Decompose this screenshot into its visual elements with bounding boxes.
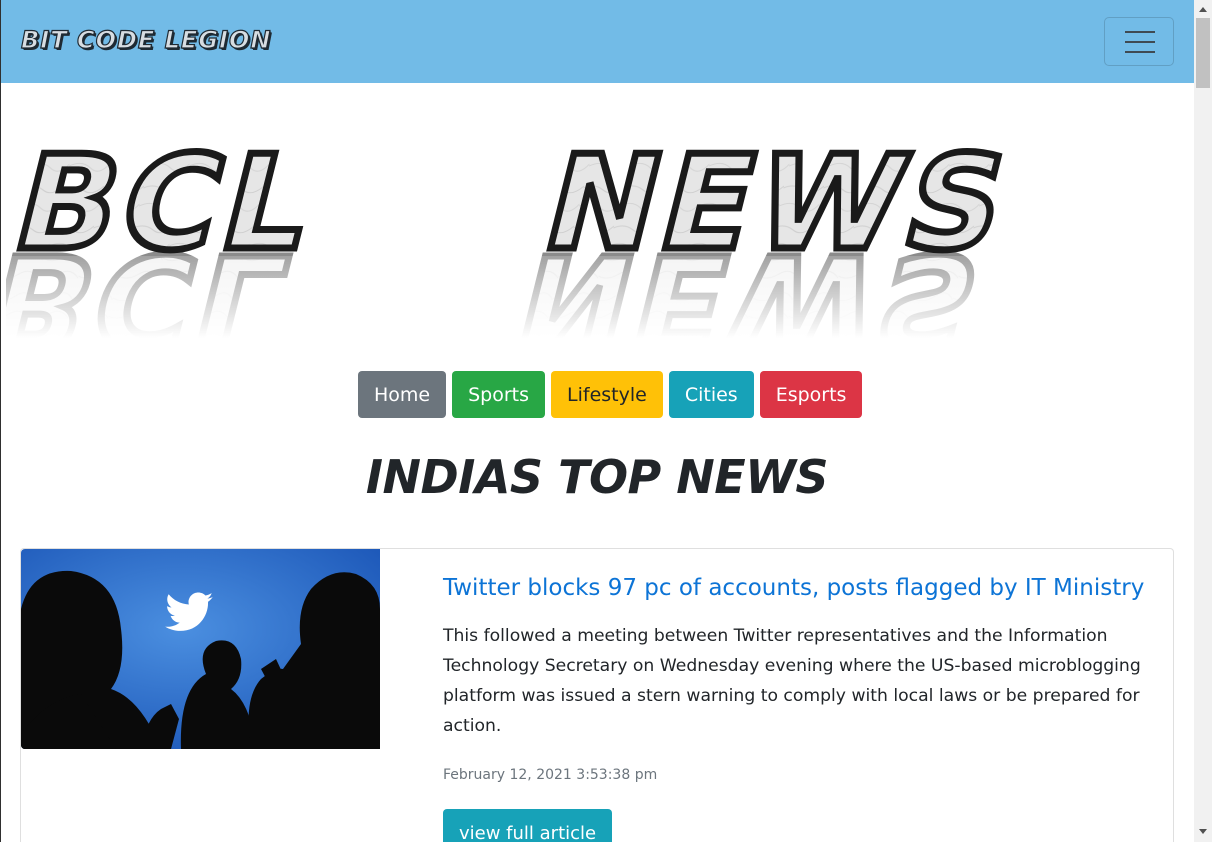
article-description: This followed a meeting between Twitter … [443,626,1141,736]
category-cities-button[interactable]: Cities [668,371,754,418]
article-card: Twitter blocks 97 pc of accounts, posts … [20,548,1174,842]
category-nav: Home Sports Lifestyle Cities Esports [358,371,863,418]
category-esports-button[interactable]: Esports [759,371,863,418]
scrollbar-thumb[interactable] [1196,18,1210,88]
brand-logo[interactable]: BIT CODE LEGION [20,25,271,54]
scroll-down-arrow-icon[interactable] [1199,829,1207,834]
category-home-button[interactable]: Home [358,371,447,418]
scrollbar[interactable] [1194,0,1212,842]
navbar-toggler-button[interactable] [1104,17,1174,66]
page-heading: INDIAS TOP NEWS [365,450,829,504]
bcl-news-banner: BCL NEWS BCL NEWS [0,124,1190,380]
hamburger-icon [1125,31,1155,33]
category-lifestyle-button[interactable]: Lifestyle [551,371,663,418]
article-date: February 12, 2021 3:53:38 pm [443,767,658,783]
article-image [21,549,380,749]
hamburger-icon-bar [1125,51,1155,53]
scroll-up-arrow-icon[interactable] [1199,7,1207,12]
view-full-article-button[interactable]: view full article [443,809,613,842]
hamburger-icon-bar [1125,41,1155,43]
navbar: BIT CODE LEGION [0,0,1194,83]
article-title-link[interactable]: Twitter blocks 97 pc of accounts, posts … [443,575,1163,601]
category-sports-button[interactable]: Sports [452,371,546,418]
